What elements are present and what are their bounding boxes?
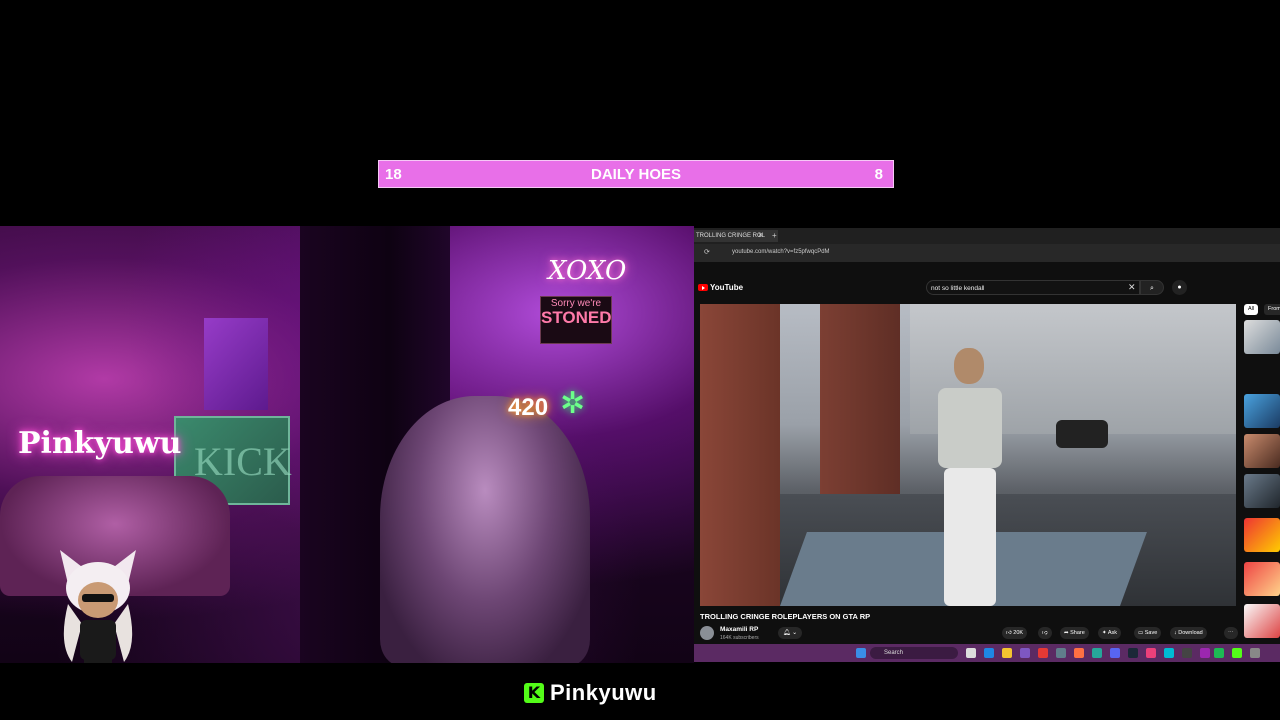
windows-taskbar: ⌕ Search xyxy=(694,644,1280,662)
streamer-figure xyxy=(380,396,590,663)
streamer-brand: K Pinkyuwu xyxy=(524,680,657,706)
app-icon[interactable] xyxy=(1182,648,1192,658)
recommended-thumbnail[interactable] xyxy=(1244,562,1280,596)
wall-panel xyxy=(204,318,268,410)
search-icon[interactable]: ⌕ xyxy=(1140,280,1164,295)
app-icon[interactable] xyxy=(1250,648,1260,658)
tab-title: TROLLING CRINGE ROL xyxy=(696,233,766,239)
youtube-play-icon xyxy=(698,284,708,291)
download-button[interactable]: ↓ Download xyxy=(1170,627,1207,639)
app-icon[interactable] xyxy=(1164,648,1174,658)
chip-from[interactable]: From xyxy=(1264,304,1280,315)
app-icon[interactable] xyxy=(1092,648,1102,658)
cat-avatar-icon xyxy=(60,550,136,663)
youtube-logo-text: YouTube xyxy=(710,283,744,292)
channel-name[interactable]: Maxamili RP xyxy=(720,626,758,633)
chip-all[interactable]: All xyxy=(1244,304,1259,315)
webcam-feed: KICK Pinkyuwu XOXO Sorry we're STONED 42… xyxy=(0,226,694,663)
like-button[interactable]: 👍︎ 20K xyxy=(1002,627,1028,639)
new-tab-button[interactable]: + xyxy=(772,228,777,244)
neon-xoxo-sign: XOXO xyxy=(548,256,627,286)
taskbar-search-input[interactable]: Search xyxy=(870,647,958,659)
channel-subscribers: 164K subscribers xyxy=(720,635,759,641)
youtube-logo[interactable]: YouTube xyxy=(698,283,743,292)
character-head xyxy=(954,348,984,384)
counter-title: DAILY HOES xyxy=(590,165,682,183)
dislike-button[interactable]: 👎︎ xyxy=(1038,627,1052,639)
microphone-icon[interactable]: ● xyxy=(1172,280,1187,295)
app-icon[interactable] xyxy=(1056,648,1066,658)
chrome-icon[interactable] xyxy=(1038,648,1048,658)
search-clear-icon[interactable]: ✕ xyxy=(1128,280,1136,295)
steam-icon[interactable] xyxy=(1128,648,1138,658)
discord-icon[interactable] xyxy=(1110,648,1120,658)
video-building-left xyxy=(700,304,780,606)
recommended-thumbnail[interactable] xyxy=(1244,434,1280,468)
counter-left-value: 18 xyxy=(385,165,402,183)
url-field[interactable]: youtube.com/watch?v=fz5pfwqcPdM xyxy=(732,249,830,255)
reload-icon[interactable]: ⟳ xyxy=(704,248,710,256)
app-icon[interactable] xyxy=(1074,648,1084,658)
daily-counter-bar: 18 DAILY HOES 8 xyxy=(378,160,894,188)
character-legs xyxy=(944,468,996,606)
streamer-name: Pinkyuwu xyxy=(550,680,657,705)
recommended-thumbnail[interactable] xyxy=(1244,394,1280,428)
video-character xyxy=(930,348,1010,606)
kick-logo-icon: K xyxy=(524,683,544,703)
ask-button[interactable]: ✦ Ask xyxy=(1098,627,1122,639)
recommended-thumbnail[interactable] xyxy=(1244,474,1280,508)
recommended-thumbnail[interactable] xyxy=(1244,604,1280,638)
video-player[interactable] xyxy=(700,304,1236,606)
screen-share: TROLLING CRINGE ROL ✕ + ⟳ youtube.com/wa… xyxy=(694,228,1280,662)
stoned-sign: Sorry we're STONED xyxy=(540,296,612,344)
address-bar: ⟳ youtube.com/watch?v=fz5pfwqcPdM xyxy=(694,244,1280,262)
youtube-search-input[interactable]: not so little kendall xyxy=(926,280,1140,295)
video-car xyxy=(1056,420,1108,448)
subscribe-bell-icon[interactable]: 🔔︎ ⌄ xyxy=(778,627,802,639)
kick-app-icon[interactable] xyxy=(1232,648,1242,658)
spotify-icon[interactable] xyxy=(1214,648,1224,658)
edge-icon[interactable] xyxy=(984,648,994,658)
save-label: Save xyxy=(1144,630,1158,636)
task-view-icon[interactable] xyxy=(966,648,976,658)
neon-420-sign: 420 xyxy=(508,394,549,421)
character-vest xyxy=(938,388,1002,468)
neon-name-sign: Pinkyuwu xyxy=(18,426,182,461)
download-label: Download xyxy=(1178,630,1203,636)
save-button[interactable]: ▭ Save xyxy=(1134,627,1162,639)
windows-start-icon[interactable] xyxy=(856,648,866,658)
app-icon[interactable] xyxy=(1200,648,1210,658)
tab-close-icon[interactable]: ✕ xyxy=(758,230,763,242)
youtube-header: YouTube not so little kendall ✕ ⌕ ● xyxy=(694,276,1280,302)
recommended-thumbnail[interactable] xyxy=(1244,518,1280,552)
browser-tab[interactable]: TROLLING CRINGE ROL ✕ xyxy=(694,230,778,242)
channel-avatar[interactable] xyxy=(700,626,714,640)
browser-tabbar: TROLLING CRINGE ROL ✕ + xyxy=(694,228,1280,244)
app-icon[interactable] xyxy=(1146,648,1156,658)
file-explorer-icon[interactable] xyxy=(1002,648,1012,658)
stoned-sign-main: STONED xyxy=(541,308,612,327)
counter-right-value: 8 xyxy=(874,165,883,183)
leaf-neon-icon: ✲ xyxy=(560,387,586,420)
like-count: 20K xyxy=(1013,630,1024,636)
more-actions-button[interactable]: ⋯ xyxy=(1224,627,1238,639)
app-icon[interactable] xyxy=(1020,648,1030,658)
kick-screen-text: KICK xyxy=(194,439,292,484)
recommended-thumbnail[interactable] xyxy=(1244,320,1280,354)
share-label: Share xyxy=(1070,630,1085,636)
video-building-center xyxy=(820,304,900,504)
video-title: TROLLING CRINGE ROLEPLAYERS ON GTA RP xyxy=(700,612,871,621)
ask-label: Ask xyxy=(1107,630,1118,636)
share-button[interactable]: ➦ Share xyxy=(1060,627,1089,639)
